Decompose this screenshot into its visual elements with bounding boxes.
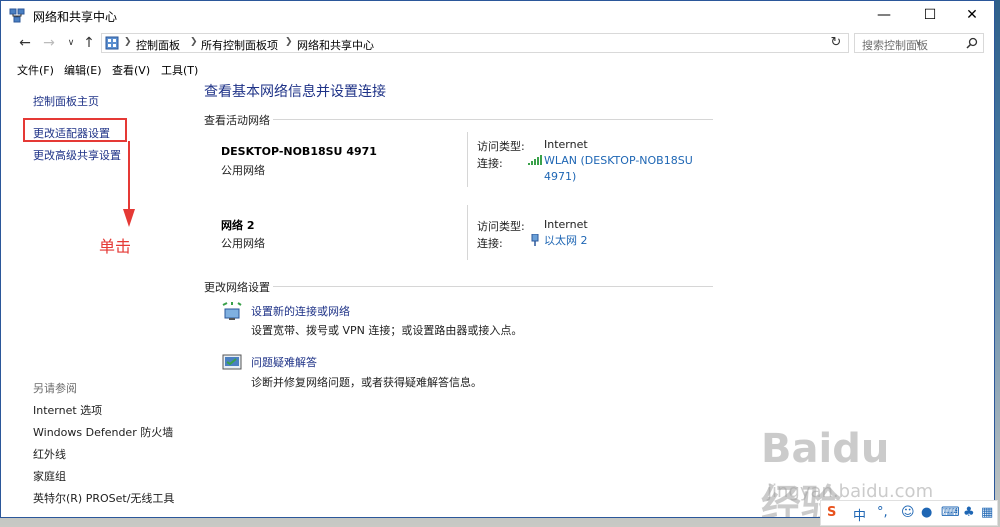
troubleshoot-icon	[222, 354, 242, 370]
wlan-connection-link[interactable]: WLAN (DESKTOP-NOB18SU 4971)	[544, 153, 704, 185]
skin-icon[interactable]: ♣	[963, 505, 975, 520]
see-also-internet-options[interactable]: Internet 选项	[33, 402, 102, 418]
sogou-ime-icon[interactable]: S	[827, 505, 836, 520]
see-also-homegroup[interactable]: 家庭组	[33, 468, 66, 484]
network-center-icon	[9, 8, 25, 23]
change-settings-heading: 更改网络设置	[204, 281, 270, 294]
menu-edit[interactable]: 编辑(E)	[64, 62, 102, 78]
sidebar-advanced-sharing-link[interactable]: 更改高级共享设置	[33, 147, 121, 163]
control-panel-icon	[105, 36, 119, 50]
breadcrumb-all-items[interactable]: 所有控制面板项	[201, 37, 278, 53]
address-bar: ← → ∨ ↑ ❯ 控制面板 ❯ 所有控制面板项 ❯ 网络和共享中心 ∨	[1, 31, 994, 55]
crumb-separator-icon[interactable]: ❯	[190, 37, 198, 47]
network-divider	[467, 205, 468, 260]
back-button[interactable]: ←	[17, 35, 33, 51]
maximize-button[interactable]: ☐	[907, 1, 953, 29]
window-title: 网络和共享中心	[33, 10, 118, 24]
breadcrumb-network-center[interactable]: 网络和共享中心	[297, 37, 374, 53]
click-annotation-label: 单击	[99, 237, 132, 256]
network-name-2: 网络 2	[221, 219, 255, 232]
recent-dropdown-icon[interactable]: ∨	[63, 35, 79, 51]
microphone-icon[interactable]: ●	[921, 505, 932, 520]
connection-label-2: 连接:	[477, 237, 503, 250]
troubleshoot-desc: 诊断并修复网络问题，或者获得疑难解答信息。	[251, 376, 482, 389]
refresh-icon[interactable]: ↻	[827, 34, 845, 52]
setup-new-connection-desc: 设置宽带、拨号或 VPN 连接；或设置路由器或接入点。	[251, 324, 523, 337]
address-box[interactable]: ❯ 控制面板 ❯ 所有控制面板项 ❯ 网络和共享中心 ∨	[101, 33, 922, 53]
keyboard-icon[interactable]: ⌨	[941, 505, 960, 520]
crumb-separator-icon[interactable]: ❯	[124, 37, 132, 47]
section-divider	[273, 119, 713, 120]
search-input[interactable]: 搜索控制面板	[854, 33, 984, 53]
see-also-firewall[interactable]: Windows Defender 防火墙	[33, 424, 173, 440]
menu-bar: 文件(F) 编辑(E) 查看(V) 工具(T)	[1, 59, 994, 79]
up-button[interactable]: ↑	[81, 35, 97, 51]
ime-mode-label[interactable]: 中	[853, 505, 866, 524]
ethernet-connection-link[interactable]: 以太网 2	[544, 233, 588, 249]
highlight-box	[23, 118, 127, 142]
tools-icon[interactable]: ▦	[981, 505, 993, 520]
section-divider	[273, 286, 713, 287]
see-also-intel-proset[interactable]: 英特尔(R) PROSet/无线工具	[33, 490, 174, 506]
network-name-1: DESKTOP-NOB18SU 4971	[221, 145, 377, 158]
menu-file[interactable]: 文件(F)	[17, 62, 54, 78]
active-networks-heading: 查看活动网络	[204, 114, 270, 127]
breadcrumb-control-panel[interactable]: 控制面板	[136, 37, 180, 53]
close-button[interactable]: ✕	[949, 1, 994, 29]
network-type-2: 公用网络	[221, 237, 265, 250]
troubleshoot-link[interactable]: 问题疑难解答	[251, 354, 317, 370]
maximize-icon: ☐	[923, 7, 937, 23]
access-type-value-1: Internet	[544, 138, 588, 151]
control-panel-window: 网络和共享中心 — ☐ ✕ ← → ∨ ↑ ❯ 控制面板 ❯ 所有控制面板项 ❯…	[0, 0, 995, 518]
access-type-label-2: 访问类型:	[477, 220, 525, 233]
connection-label-1: 连接:	[477, 157, 503, 170]
forward-button[interactable]: →	[41, 35, 57, 51]
search-placeholder: 搜索控制面板	[862, 39, 928, 52]
see-also-infrared[interactable]: 红外线	[33, 446, 66, 462]
network-divider	[467, 132, 468, 187]
punctuation-label[interactable]: °,	[877, 505, 888, 520]
arrow-down-annotation-icon	[123, 141, 135, 227]
menu-view[interactable]: 查看(V)	[112, 62, 150, 78]
ethernet-icon	[531, 234, 539, 246]
minimize-button[interactable]: —	[861, 1, 907, 29]
menu-tools[interactable]: 工具(T)	[161, 62, 198, 78]
sidebar-home-link[interactable]: 控制面板主页	[33, 93, 99, 109]
ime-tray: S 中 °, ☺ ● ⌨ ♣ ▦	[820, 500, 998, 526]
wifi-signal-icon	[528, 155, 542, 165]
new-connection-icon	[222, 302, 242, 320]
page-title: 查看基本网络信息并设置连接	[204, 84, 386, 100]
emoji-icon[interactable]: ☺	[901, 505, 915, 520]
network-type-1: 公用网络	[221, 164, 265, 177]
minimize-icon: —	[877, 7, 891, 23]
access-type-value-2: Internet	[544, 218, 588, 231]
see-also-heading: 另请参阅	[33, 382, 77, 395]
title-bar[interactable]: 网络和共享中心 — ☐ ✕	[1, 1, 994, 29]
search-icon[interactable]	[966, 37, 978, 49]
watermark-url: jingyan.baidu.com	[767, 481, 934, 502]
close-icon: ✕	[966, 7, 978, 23]
crumb-separator-icon[interactable]: ❯	[285, 37, 293, 47]
access-type-label-1: 访问类型:	[477, 140, 525, 153]
setup-new-connection-link[interactable]: 设置新的连接或网络	[251, 303, 350, 319]
